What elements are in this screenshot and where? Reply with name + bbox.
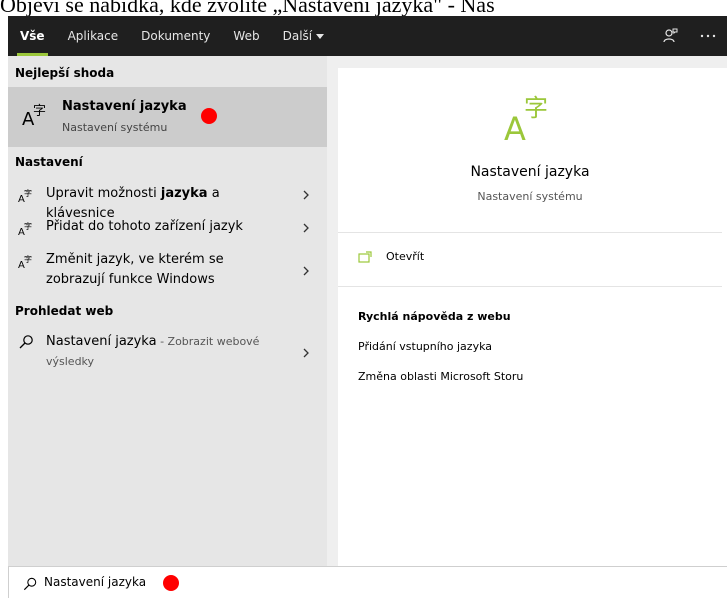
settings-header: Nastavení bbox=[15, 155, 83, 169]
language-icon: A 字 bbox=[22, 101, 50, 133]
more-options-icon[interactable] bbox=[699, 27, 717, 45]
web-search-label: Nastavení jazyka - Zobrazit webové výsle… bbox=[46, 332, 286, 372]
settings-item-add-language[interactable]: A字 Přidat do tohoto zařízení jazyk bbox=[8, 217, 327, 241]
divider bbox=[338, 232, 722, 233]
language-icon: A字 bbox=[18, 254, 34, 274]
svg-text:字: 字 bbox=[24, 221, 32, 231]
tab-more[interactable]: Další bbox=[283, 16, 325, 56]
best-match-subtitle: Nastavení systému bbox=[62, 121, 168, 134]
help-link-change-store-region[interactable]: Změna oblasti Microsoft Storu bbox=[358, 370, 523, 383]
search-input[interactable]: Nastavení jazyka bbox=[44, 575, 146, 589]
tab-apps-label: Aplikace bbox=[67, 29, 119, 43]
divider bbox=[338, 286, 722, 287]
settings-item-label: Změnit jazyk, ve kterém se zobrazují fun… bbox=[46, 252, 224, 287]
tab-documents[interactable]: Dokumenty bbox=[141, 16, 210, 56]
feedback-icon[interactable] bbox=[661, 27, 679, 45]
svg-text:字: 字 bbox=[24, 188, 32, 198]
settings-item-text: Upravit možnosti bbox=[46, 186, 161, 201]
language-icon: A字 bbox=[18, 188, 34, 208]
settings-item-display-language[interactable]: A字 Změnit jazyk, ve kterém se zobrazují … bbox=[8, 250, 327, 292]
chevron-right-icon bbox=[303, 223, 309, 233]
preview-title: Nastavení jazyka bbox=[470, 164, 590, 180]
document-text-line: Objeví se nabídka, kde zvolíte „Nastaven… bbox=[0, 0, 727, 16]
results-pane: Nejlepší shoda A 字 Nastavení jazyka Nast… bbox=[8, 56, 327, 566]
settings-item-bold: jazyka bbox=[160, 186, 208, 201]
red-marker bbox=[163, 575, 179, 591]
language-icon: A 字 bbox=[504, 90, 560, 150]
open-icon bbox=[358, 250, 372, 263]
search-box[interactable]: Nastavení jazyka bbox=[8, 566, 727, 598]
chevron-right-icon bbox=[303, 266, 309, 276]
tab-more-label: Další bbox=[282, 29, 313, 43]
tab-all[interactable]: Vše bbox=[17, 16, 48, 56]
preview-pane: A 字 Nastavení jazyka Nastavení systému O… bbox=[338, 68, 727, 566]
svg-text:字: 字 bbox=[524, 94, 548, 122]
best-match-title: Nastavení jazyka bbox=[62, 99, 187, 114]
web-search-title: Nastavení jazyka bbox=[46, 334, 157, 349]
tab-all-label: Vše bbox=[20, 29, 45, 43]
search-icon bbox=[23, 576, 37, 595]
help-link-add-input-language[interactable]: Přidání vstupního jazyka bbox=[358, 340, 492, 353]
best-match-header: Nejlepší shoda bbox=[15, 66, 115, 80]
tab-web-label: Web bbox=[233, 29, 260, 43]
red-marker bbox=[201, 108, 217, 124]
tab-web[interactable]: Web bbox=[233, 16, 259, 56]
chevron-down-icon bbox=[316, 33, 325, 39]
svg-text:字: 字 bbox=[24, 254, 32, 264]
preview-subtitle: Nastavení systému bbox=[477, 190, 583, 203]
topbar-actions bbox=[661, 16, 717, 56]
web-search-item[interactable]: Nastavení jazyka - Zobrazit webové výsle… bbox=[8, 332, 327, 374]
web-search-header: Prohledat web bbox=[15, 304, 114, 318]
best-match-result[interactable]: A 字 Nastavení jazyka Nastavení systému bbox=[8, 87, 327, 147]
open-label: Otevřít bbox=[386, 250, 425, 263]
svg-text:字: 字 bbox=[33, 104, 46, 119]
settings-item-keyboard[interactable]: A字 Upravit možnosti jazyka a klávesnice bbox=[8, 184, 327, 221]
language-icon: A字 bbox=[18, 221, 34, 241]
settings-item-label: Přidat do tohoto zařízení jazyk bbox=[46, 219, 243, 234]
open-button[interactable]: Otevřít bbox=[358, 250, 424, 263]
filter-tabs: Vše Aplikace Dokumenty Web Další bbox=[8, 16, 347, 56]
search-filter-bar: Vše Aplikace Dokumenty Web Další bbox=[8, 16, 727, 56]
search-icon bbox=[18, 334, 34, 354]
tab-apps[interactable]: Aplikace bbox=[68, 16, 119, 56]
chevron-right-icon bbox=[303, 348, 309, 358]
svg-text:A: A bbox=[504, 110, 526, 146]
chevron-right-icon bbox=[303, 190, 309, 200]
web-help-header: Rychlá nápověda z webu bbox=[358, 310, 511, 323]
tab-documents-label: Dokumenty bbox=[141, 29, 211, 43]
